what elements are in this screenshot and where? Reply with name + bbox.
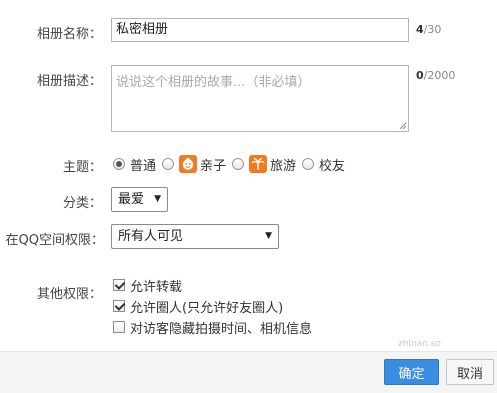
album-name-count: 4	[416, 23, 424, 36]
palm-tree-icon	[249, 155, 268, 173]
permission-label: 在QQ空间权限：	[5, 233, 104, 248]
album-desc-placeholder: 说说这个相册的故事...（非必填）	[116, 75, 311, 90]
theme-radio-alumni[interactable]	[302, 158, 315, 170]
resize-grip-icon[interactable]	[399, 122, 407, 130]
album-name-max: /30	[423, 23, 442, 36]
confirm-button[interactable]: 确定	[384, 359, 439, 385]
theme-label: 主题：	[62, 160, 102, 175]
caret-down-icon: ▼	[265, 231, 272, 241]
cancel-button[interactable]: 取消	[446, 359, 494, 385]
allow-tagging-label[interactable]: 允许圈人(只允许好友圈人)	[130, 297, 283, 316]
theme-radio-normal[interactable]	[113, 158, 125, 170]
hide-exif-checkbox[interactable]	[113, 321, 125, 333]
allow-repost-label[interactable]: 允许转载	[130, 276, 182, 295]
album-desc-max: /2000	[423, 69, 456, 82]
option-hide-exif[interactable]: 对访客隐藏拍摄时间、相机信息	[113, 318, 312, 337]
allow-tagging-checkbox[interactable]	[113, 300, 125, 312]
permission-value: 所有人可见	[118, 229, 184, 244]
option-allow-tagging[interactable]: 允许圈人(只允许好友圈人)	[113, 297, 312, 316]
baby-face-icon	[179, 155, 198, 173]
caret-down-icon: ▼	[154, 194, 161, 204]
theme-option-family[interactable]: 亲子	[200, 155, 226, 174]
other-permissions-label: 其他权限：	[36, 287, 102, 302]
watermark-text: zhinan.so	[398, 339, 441, 349]
category-select[interactable]: 最爱 ▼	[111, 187, 168, 212]
theme-radio-travel[interactable]	[232, 158, 245, 170]
album-name-input[interactable]: 私密相册	[111, 18, 409, 42]
album-desc-textarea[interactable]: 说说这个相册的故事...（非必填）	[111, 65, 409, 132]
other-permissions-group: 允许转载 允许圈人(只允许好友圈人) 对访客隐藏拍摄时间、相机信息	[113, 276, 312, 337]
permission-select[interactable]: 所有人可见 ▼	[111, 224, 279, 249]
hide-exif-label[interactable]: 对访客隐藏拍摄时间、相机信息	[130, 318, 312, 337]
theme-option-alumni[interactable]: 校友	[319, 155, 345, 174]
theme-option-travel[interactable]: 旅游	[270, 155, 296, 174]
theme-option-normal[interactable]: 普通	[130, 155, 156, 174]
album-desc-label: 相册描述：	[36, 74, 102, 89]
album-name-counter: 4/30	[416, 23, 441, 36]
allow-repost-checkbox[interactable]	[113, 279, 125, 291]
theme-radio-family[interactable]	[162, 158, 175, 170]
category-value: 最爱	[118, 192, 145, 207]
category-label: 分类：	[62, 196, 102, 211]
album-desc-counter: 0/2000	[416, 69, 455, 82]
album-name-label: 相册名称：	[36, 27, 102, 42]
option-allow-repost[interactable]: 允许转载	[113, 276, 312, 295]
album-desc-count: 0	[416, 69, 424, 82]
theme-radio-group: 普通 亲子 旅游 校友	[113, 154, 351, 174]
